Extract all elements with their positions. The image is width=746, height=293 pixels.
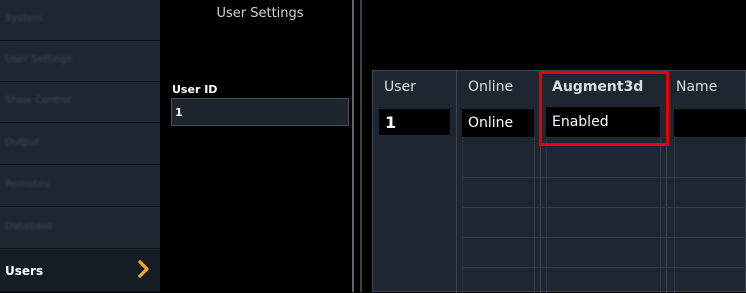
column-divider xyxy=(534,137,535,293)
column-divider xyxy=(546,137,547,293)
sidebar-item-database[interactable]: Database xyxy=(0,208,160,249)
sidebar: System User Settings Show Control Output… xyxy=(0,0,160,292)
sidebar-item-label: User Settings xyxy=(5,54,72,65)
column-divider xyxy=(462,137,463,293)
name-cell[interactable] xyxy=(674,109,746,137)
sidebar-item-label: Output xyxy=(5,137,40,148)
sidebar-item-remotes[interactable]: Remotes xyxy=(0,166,160,207)
column-header-user[interactable]: User xyxy=(384,79,416,95)
highlight-box xyxy=(539,71,669,146)
user-settings-panel: User Settings User ID 1 xyxy=(166,0,354,292)
panel-title: User Settings xyxy=(216,6,304,21)
user-id-label: User ID xyxy=(172,83,218,96)
panel-divider xyxy=(360,0,362,292)
column-header-name[interactable]: Name xyxy=(676,79,717,95)
sidebar-item-user-settings[interactable]: User Settings xyxy=(0,41,160,82)
column-divider xyxy=(674,137,675,293)
row-divider xyxy=(462,177,746,178)
row-divider xyxy=(462,237,746,238)
column-header-online[interactable]: Online xyxy=(468,79,513,95)
online-cell[interactable]: Online xyxy=(462,109,534,137)
user-id-field[interactable]: 1 xyxy=(171,98,349,126)
sidebar-item-label: Remotes xyxy=(5,179,49,190)
sidebar-item-users[interactable]: Users xyxy=(0,250,160,292)
user-cell[interactable]: 1 xyxy=(379,109,450,135)
column-divider xyxy=(660,137,661,293)
online-value: Online xyxy=(468,115,514,131)
user-id-value: 1 xyxy=(175,106,183,119)
sidebar-item-output[interactable]: Output xyxy=(0,124,160,165)
sidebar-item-system[interactable]: System xyxy=(0,0,160,41)
user-value: 1 xyxy=(385,113,397,132)
sidebar-item-show-control[interactable]: Show Control xyxy=(0,82,160,123)
chevron-right-icon xyxy=(138,260,150,282)
sidebar-item-label: Show Control xyxy=(5,95,72,106)
row-divider xyxy=(462,207,746,208)
row-divider xyxy=(462,267,746,268)
column-divider xyxy=(456,71,457,293)
sidebar-item-label: System xyxy=(5,13,43,24)
sidebar-item-label: Users xyxy=(5,264,44,278)
sidebar-item-label: Database xyxy=(5,221,53,232)
